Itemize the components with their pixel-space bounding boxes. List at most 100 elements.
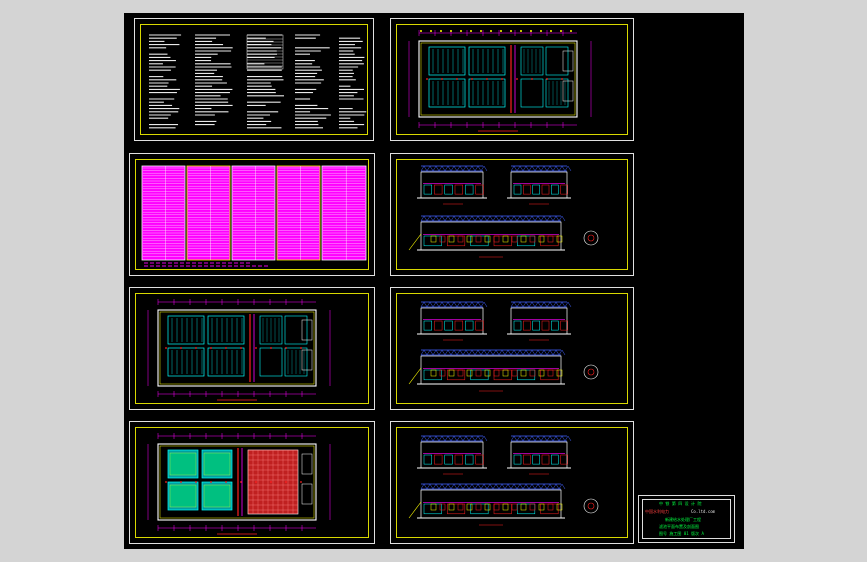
truss-web xyxy=(451,436,454,441)
equipment xyxy=(424,321,432,330)
pump-symbol xyxy=(548,370,553,376)
truss-web xyxy=(469,484,472,489)
filter-media xyxy=(170,485,196,507)
truss-web xyxy=(538,216,541,221)
pump-symbol xyxy=(485,370,490,376)
valve-symbol xyxy=(195,347,197,349)
truss-web xyxy=(517,436,520,441)
truss-web xyxy=(457,350,460,355)
truss-web xyxy=(520,216,523,221)
truss-web xyxy=(532,350,535,355)
truss-web xyxy=(550,436,553,441)
truss-web xyxy=(454,216,457,221)
truss-web xyxy=(421,436,424,441)
truss-web xyxy=(439,166,442,171)
truss-web xyxy=(529,302,532,307)
truss-web xyxy=(427,302,430,307)
truss-web xyxy=(496,216,499,221)
truss-web xyxy=(496,484,499,489)
truss-web xyxy=(433,166,436,171)
equipment xyxy=(445,455,453,464)
truss-web xyxy=(427,484,430,489)
pump-symbol xyxy=(539,504,544,510)
filter-cell xyxy=(168,316,204,344)
valve-symbol xyxy=(300,481,302,483)
truss-web xyxy=(427,166,430,171)
truss-web xyxy=(532,166,535,171)
sheet-plan-mid[interactable] xyxy=(129,287,375,410)
truss-web xyxy=(478,484,481,489)
truss-web xyxy=(475,484,478,489)
truss-web xyxy=(553,436,556,441)
truss-web xyxy=(436,302,439,307)
sheet-plan-bottom[interactable] xyxy=(129,421,375,544)
truss-web xyxy=(562,484,565,489)
truss-web xyxy=(520,484,523,489)
truss-web xyxy=(535,484,538,489)
truss-web xyxy=(427,350,430,355)
truss-web xyxy=(472,484,475,489)
pump-symbol xyxy=(530,504,535,510)
truss-web xyxy=(529,166,532,171)
equipment xyxy=(561,185,568,194)
grid-marker xyxy=(470,30,472,32)
sheet-schedule[interactable] xyxy=(129,153,375,276)
truss-web xyxy=(469,350,472,355)
equipment xyxy=(541,236,559,246)
truss-web xyxy=(481,484,484,489)
valve-symbol xyxy=(165,347,167,349)
room xyxy=(521,79,543,107)
room xyxy=(260,348,282,376)
title-block-line3: Co.ltd.com xyxy=(691,509,715,514)
truss-web xyxy=(454,166,457,171)
truss-web xyxy=(430,302,433,307)
truss-web xyxy=(451,166,454,171)
truss-web xyxy=(442,302,445,307)
truss-web xyxy=(520,350,523,355)
truss-web xyxy=(538,302,541,307)
truss-web xyxy=(562,436,565,441)
truss-web xyxy=(463,350,466,355)
cad-drawing-canvas[interactable] xyxy=(124,13,744,549)
sheet-sections-2[interactable] xyxy=(390,287,634,410)
truss-web xyxy=(421,216,424,221)
sheet-sections-3[interactable] xyxy=(390,421,634,544)
pump-symbol xyxy=(512,236,517,242)
truss-web xyxy=(487,216,490,221)
truss-web xyxy=(430,350,433,355)
truss-web xyxy=(553,302,556,307)
truss-web xyxy=(454,436,457,441)
detail-callout xyxy=(588,235,594,241)
truss-web xyxy=(436,166,439,171)
truss-web xyxy=(466,166,469,171)
pump-symbol xyxy=(539,370,544,376)
truss-web xyxy=(502,484,505,489)
pump-symbol xyxy=(458,236,463,242)
truss-web xyxy=(439,216,442,221)
valve-symbol xyxy=(561,78,563,80)
annex-room xyxy=(302,484,312,504)
truss-web xyxy=(541,166,544,171)
pump-symbol xyxy=(512,370,517,376)
truss-web xyxy=(499,484,502,489)
truss-web xyxy=(478,216,481,221)
truss-web xyxy=(547,216,550,221)
equipment xyxy=(434,185,442,194)
truss-web xyxy=(544,302,547,307)
grid-marker xyxy=(570,30,572,32)
truss-web xyxy=(502,216,505,221)
sheet-notes[interactable] xyxy=(134,18,374,141)
equipment xyxy=(533,321,540,330)
truss-web xyxy=(472,216,475,221)
annex-room xyxy=(302,454,312,474)
truss-web xyxy=(466,350,469,355)
truss-web xyxy=(442,350,445,355)
truss-web xyxy=(463,484,466,489)
truss-web xyxy=(565,166,568,171)
truss-web xyxy=(535,166,538,171)
sheet-sections-1[interactable] xyxy=(390,153,634,276)
truss-web xyxy=(514,166,517,171)
truss-web xyxy=(514,436,517,441)
equipment xyxy=(514,321,521,330)
sheet-plan-top[interactable] xyxy=(390,18,634,141)
